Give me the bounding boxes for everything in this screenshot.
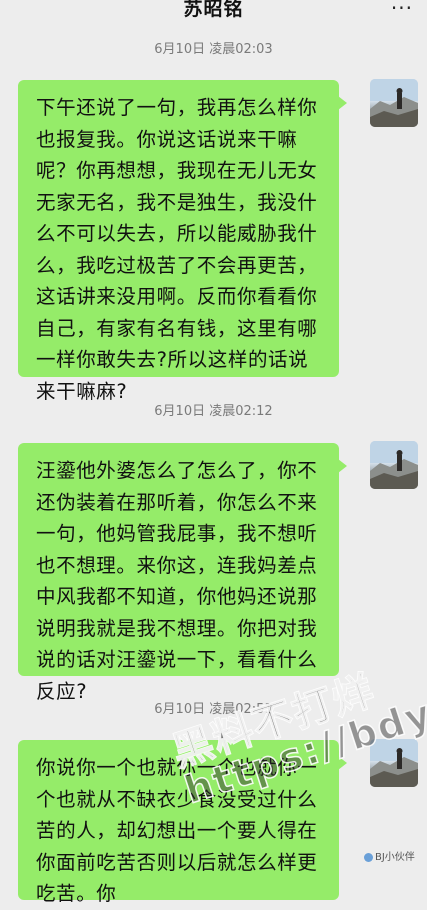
message-timestamp: 6月10日 凌晨02:51 [154, 702, 273, 717]
more-options-icon[interactable]: ··· [391, 0, 413, 20]
chat-title: 苏昭铭 [183, 0, 244, 20]
chat-header: 苏昭铭 ··· [0, 0, 427, 30]
credit-label: BJ小伙伴 [375, 852, 415, 863]
credit-icon [364, 852, 373, 862]
credit-badge: BJ小伙伴 [364, 848, 415, 863]
avatar[interactable] [370, 739, 418, 787]
message-bubble[interactable]: 你说你一个也就你一个也就你一个也就从不缺衣少食没受过什么苦的人，却幻想出一个要人… [18, 740, 347, 905]
message-bubble[interactable]: 汪鎏他外婆怎么了怎么了，你不还伪装着在那听着，你怎么不来一句，他妈管我屁事，我不… [18, 443, 347, 703]
message-timestamp: 6月10日 凌晨02:03 [154, 42, 273, 57]
message-timestamp: 6月10日 凌晨02:12 [154, 404, 273, 419]
message-bubble[interactable]: 下午还说了一句，我再怎么样你也报复我。你说这话说来干嘛呢？你再想想，我现在无儿无… [18, 80, 347, 403]
avatar[interactable] [370, 441, 418, 489]
avatar[interactable] [370, 79, 418, 127]
